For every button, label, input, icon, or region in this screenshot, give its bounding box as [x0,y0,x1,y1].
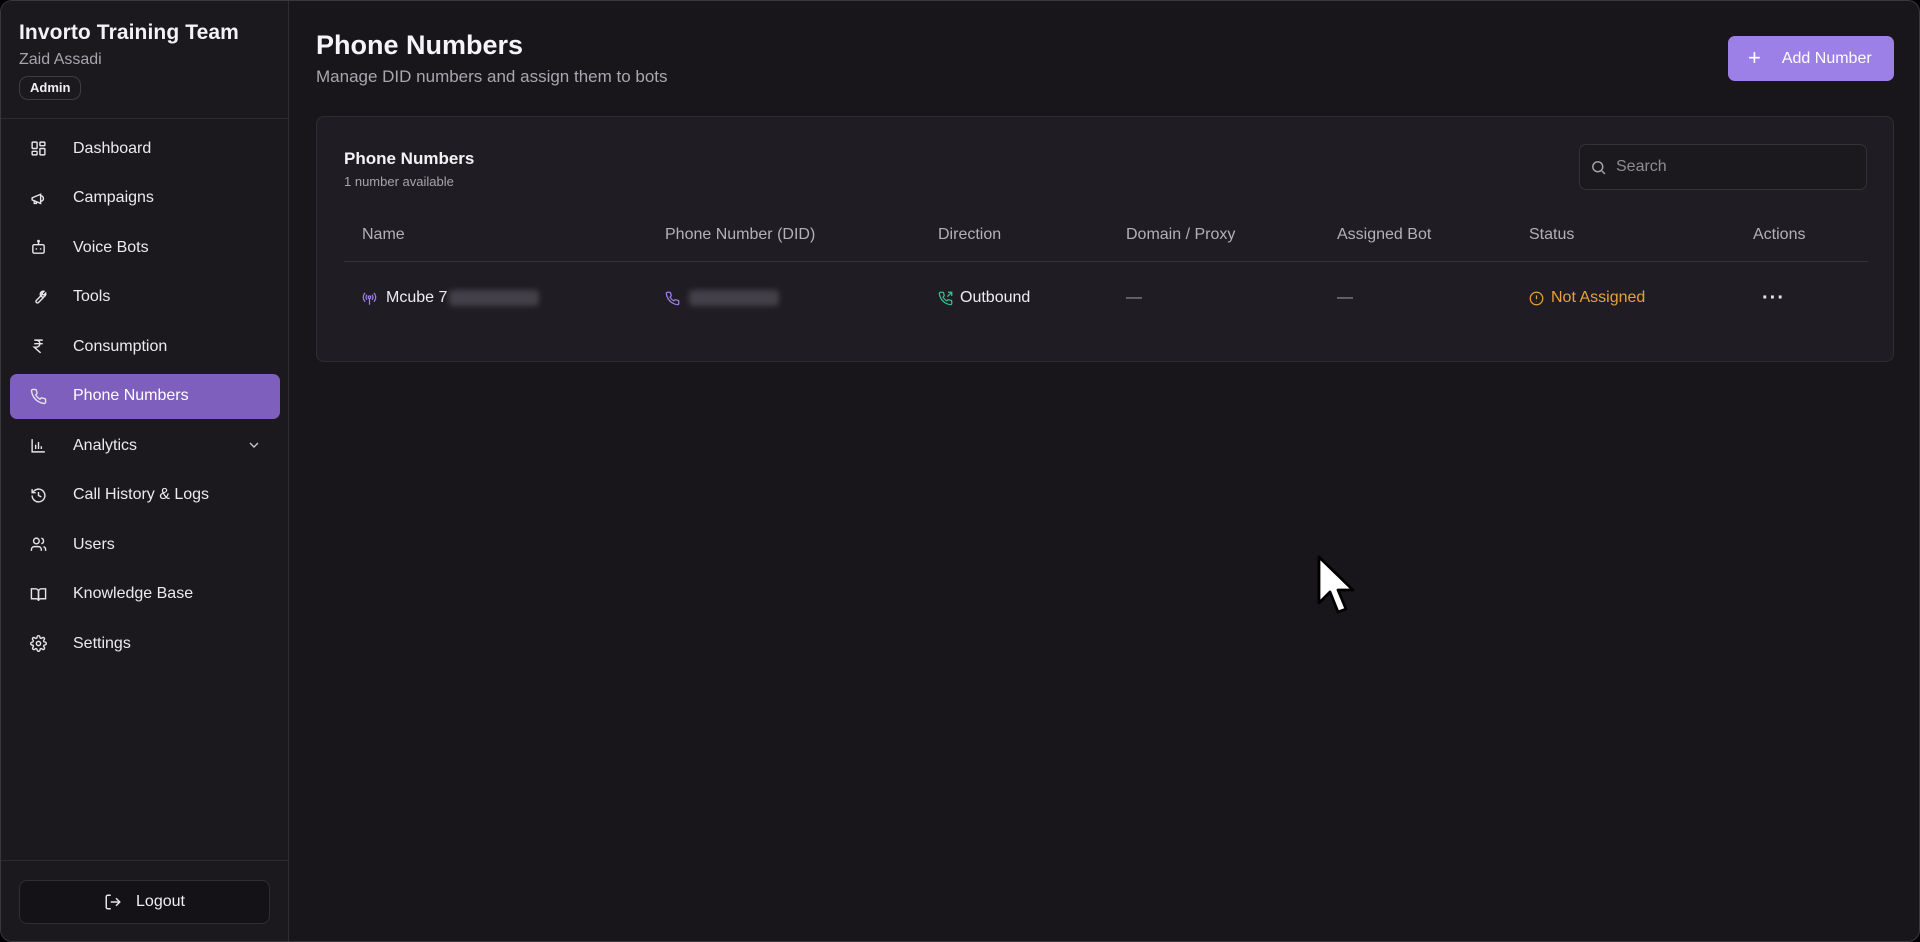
history-icon [29,486,47,504]
row-name: Mcube 7 [386,289,448,306]
column-header-domain-proxy[interactable]: Domain / Proxy [1126,226,1235,244]
sidebar-divider [1,118,288,119]
sidebar-item-label: Settings [73,634,131,652]
bot-icon [29,239,47,257]
column-header-name[interactable]: Name [362,226,405,244]
table-row[interactable]: Mcube 7 Outbound — — Not Assigned ··· [344,262,1868,334]
sidebar-item-label: Users [73,535,115,553]
gear-icon [29,635,47,653]
sidebar-item-campaigns[interactable]: Campaigns [10,176,280,221]
sidebar-item-label: Dashboard [73,139,152,157]
sidebar-item-phone-numbers[interactable]: Phone Numbers [10,373,280,419]
outbound-call-icon [938,291,953,305]
column-header-direction[interactable]: Direction [938,226,1001,244]
column-header-phone-number[interactable]: Phone Number (DID) [665,226,815,244]
cell-assigned-bot: — [1337,289,1353,306]
status-badge: Not Assigned [1551,289,1646,306]
cell-domain-proxy: — [1126,289,1142,306]
team-name: Invorto Training Team [19,21,239,44]
dashboard-icon [29,140,47,158]
app-window: Invorto Training Team Zaid Assadi Admin … [0,0,1920,942]
sidebar-item-label: Consumption [73,337,168,355]
sidebar-item-settings[interactable]: Settings [10,621,280,666]
logout-icon [105,894,121,910]
search-box[interactable] [1579,144,1867,190]
search-input[interactable] [1616,158,1856,176]
cell-actions: ··· [1762,262,1785,334]
cell-direction: Outbound [938,262,1030,334]
sidebar-item-label: Tools [73,288,111,305]
phone-icon [29,387,47,405]
sidebar-bottom-divider [1,860,288,861]
redacted-phone-number [689,290,779,306]
role-badge: Admin [19,76,82,100]
phone-numbers-card: Phone Numbers 1 number available Name Ph… [316,116,1894,362]
sidebar-item-tools[interactable]: Tools [10,275,280,320]
column-header-actions: Actions [1753,226,1806,243]
sidebar-item-knowledge-base[interactable]: Knowledge Base [10,572,280,617]
sidebar-item-label: Call History & Logs [73,486,210,503]
logout-label: Logout [136,893,185,910]
sidebar-nav: Dashboard Campaigns Voice Bots Tools Con… [10,126,280,671]
sidebar-item-users[interactable]: Users [10,522,280,567]
sidebar-item-label: Knowledge Base [73,585,194,602]
sidebar-header: Invorto Training Team Zaid Assadi Admin [19,21,239,100]
antenna-icon [362,291,377,305]
card-subtitle: 1 number available [344,174,454,189]
wrench-icon [29,288,47,306]
cell-phone-number [665,262,779,334]
chevron-down-icon[interactable] [246,437,262,453]
page-title: Phone Numbers [316,30,524,60]
cell-name: Mcube 7 [362,262,540,334]
sidebar-item-label: Phone Numbers [73,387,189,404]
bar-chart-icon [29,437,47,455]
phone-icon [665,291,680,305]
megaphone-icon [29,189,47,207]
search-icon [1592,160,1606,174]
sidebar-item-label: Analytics [73,436,138,454]
column-header-status[interactable]: Status [1529,226,1574,244]
rupee-icon [29,338,47,356]
users-icon [29,536,47,554]
plus-icon: + [1748,44,1761,70]
mouse-cursor-icon [1317,555,1355,614]
sidebar-item-call-history[interactable]: Call History & Logs [10,473,280,518]
sidebar-item-voice-bots[interactable]: Voice Bots [10,225,280,270]
sidebar-item-label: Voice Bots [73,238,149,256]
alert-circle-icon [1529,291,1544,305]
sidebar-item-label: Campaigns [73,189,154,206]
cell-status: Not Assigned [1529,262,1645,334]
user-name: Zaid Assadi [19,51,102,68]
page-subtitle: Manage DID numbers and assign them to bo… [316,67,668,86]
add-number-label: Add Number [1781,49,1872,67]
sidebar-item-dashboard[interactable]: Dashboard [10,126,280,171]
column-header-assigned-bot[interactable]: Assigned Bot [1337,226,1431,244]
add-number-button[interactable]: + Add Number [1728,36,1894,81]
book-icon [29,585,47,603]
sidebar: Invorto Training Team Zaid Assadi Admin … [1,1,289,941]
sidebar-item-consumption[interactable]: Consumption [10,324,280,369]
direction-label: Outbound [960,289,1031,306]
more-actions-icon[interactable]: ··· [1762,287,1785,310]
redacted-text [449,290,540,306]
logout-button[interactable]: Logout [19,880,270,924]
sidebar-item-analytics[interactable]: Analytics [10,423,280,468]
card-title: Phone Numbers [344,149,475,168]
